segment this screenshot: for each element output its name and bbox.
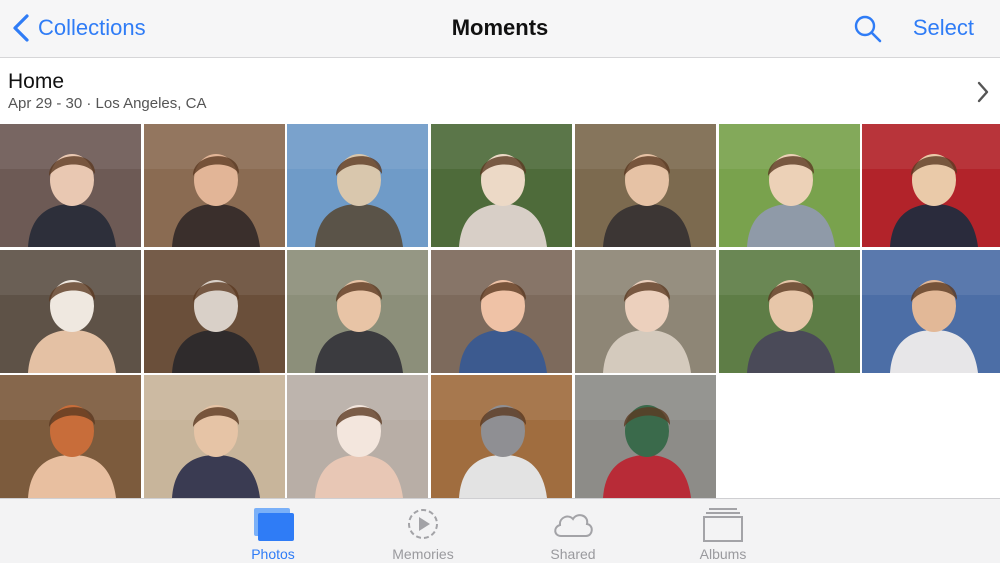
search-button[interactable]	[852, 13, 884, 45]
select-button[interactable]: Select	[913, 15, 974, 41]
photo-image	[719, 250, 860, 373]
photo-image	[575, 250, 716, 373]
photos-icon	[254, 508, 294, 541]
chevron-right-icon	[977, 81, 989, 103]
tab-memories-label: Memories	[392, 546, 454, 562]
photo-image	[287, 124, 428, 247]
tab-photos[interactable]: Photos	[218, 499, 328, 563]
tab-bar: Photos Memories Shared Albums	[0, 498, 1000, 563]
moment-subtitle: Apr 29 - 30 · Los Angeles, CA	[8, 95, 207, 112]
photo-image	[575, 124, 716, 247]
photo-thumbnail[interactable]	[575, 124, 716, 247]
photo-image	[575, 375, 716, 498]
tab-memories[interactable]: Memories	[368, 499, 478, 563]
photo-thumbnail[interactable]	[719, 250, 860, 373]
navigation-bar: Collections Moments Select	[0, 0, 1000, 58]
photo-image	[144, 124, 285, 247]
chevron-left-icon	[13, 14, 29, 42]
photo-thumbnail[interactable]	[0, 375, 141, 498]
photo-thumbnail[interactable]	[862, 250, 1000, 373]
photo-thumbnail[interactable]	[431, 375, 572, 498]
photo-image	[0, 250, 141, 373]
photo-thumbnail[interactable]	[575, 375, 716, 498]
photo-thumbnail[interactable]	[144, 375, 285, 498]
memories-icon	[408, 509, 438, 539]
tab-albums-label: Albums	[699, 546, 747, 562]
photo-image	[0, 375, 141, 498]
photo-thumbnail[interactable]	[0, 124, 141, 247]
photo-image	[431, 250, 572, 373]
tab-shared-label: Shared	[550, 546, 596, 562]
photo-thumbnail[interactable]	[287, 250, 428, 373]
tab-shared[interactable]: Shared	[518, 499, 628, 563]
photo-thumbnail[interactable]	[287, 375, 428, 498]
search-icon	[854, 15, 882, 43]
moment-header[interactable]: Home Apr 29 - 30 · Los Angeles, CA	[0, 59, 1000, 123]
page-title: Moments	[451, 15, 549, 40]
photo-image	[287, 375, 428, 498]
photo-thumbnail[interactable]	[575, 250, 716, 373]
photo-image	[0, 124, 141, 247]
photo-thumbnail[interactable]	[0, 250, 141, 373]
photo-thumbnail[interactable]	[287, 124, 428, 247]
tab-photos-label: Photos	[251, 546, 295, 562]
photo-image	[431, 375, 572, 498]
photo-grid	[0, 124, 1000, 498]
photo-image	[431, 124, 572, 247]
albums-icon	[703, 508, 743, 542]
back-button[interactable]: Collections	[10, 11, 146, 45]
shared-cloud-icon	[554, 514, 593, 537]
photo-image	[144, 250, 285, 373]
tab-albums[interactable]: Albums	[668, 499, 778, 563]
photo-thumbnail[interactable]	[431, 250, 572, 373]
back-button-label: Collections	[38, 15, 146, 40]
photo-image	[144, 375, 285, 498]
photo-thumbnail[interactable]	[862, 124, 1000, 247]
photo-image	[287, 250, 428, 373]
photo-thumbnail[interactable]	[431, 124, 572, 247]
photo-image	[719, 124, 860, 247]
photo-thumbnail[interactable]	[144, 250, 285, 373]
moment-title: Home	[8, 70, 65, 93]
photo-image	[862, 250, 1000, 373]
photo-image	[862, 124, 1000, 247]
photo-thumbnail[interactable]	[719, 124, 860, 247]
photo-thumbnail[interactable]	[144, 124, 285, 247]
